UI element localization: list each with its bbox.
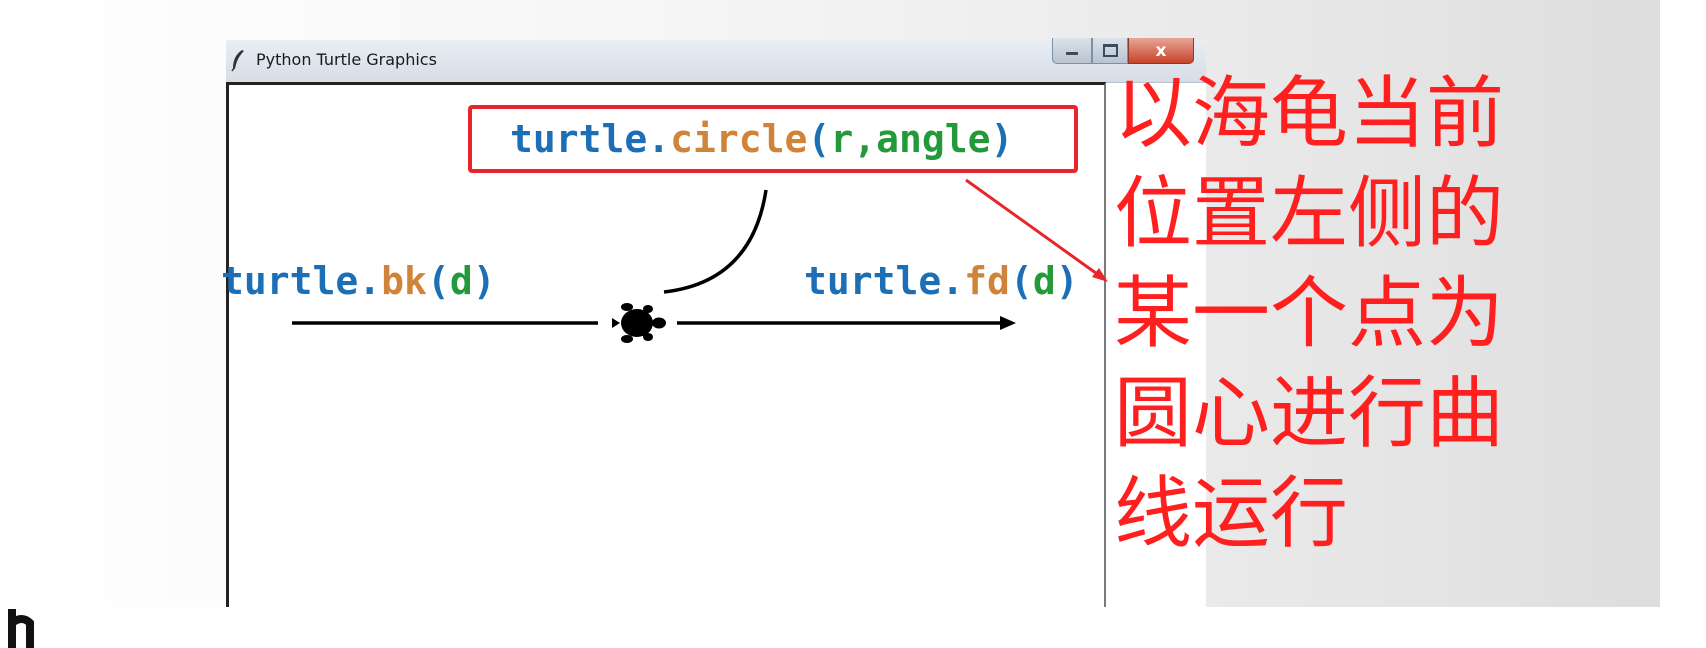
circle-code-label: turtle.circle(r,angle) bbox=[510, 117, 1014, 161]
turtle-icon bbox=[612, 303, 666, 343]
forward-arrowhead bbox=[1000, 316, 1016, 330]
annotation-text: 以海龟当前位置左侧的某一个点为圆心进行曲线运行 bbox=[1114, 69, 1505, 559]
pointer-arrowhead bbox=[1092, 268, 1108, 282]
bk-code-label: turtle.bk(d) bbox=[221, 259, 496, 303]
fd-code-label: turtle.fd(d) bbox=[804, 259, 1079, 303]
circle-arc bbox=[663, 189, 768, 294]
